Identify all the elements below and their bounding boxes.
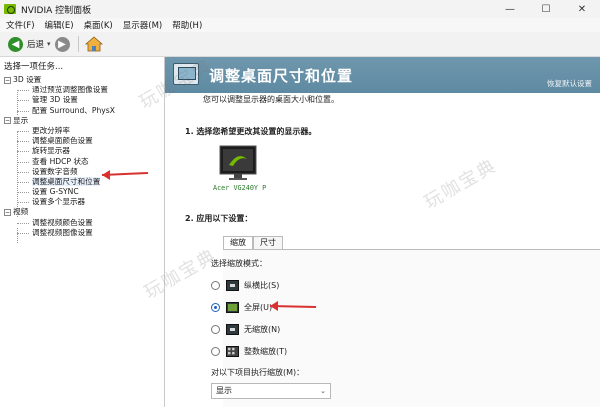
aspect-ratio-icon [226,279,239,291]
tree-item[interactable]: 配置 Surround、PhysX [4,106,164,116]
monitor-icon[interactable] [219,145,257,183]
menu-edit[interactable]: 编辑(E) [45,19,74,31]
collapse-icon[interactable]: − [4,117,11,125]
maximize-button[interactable]: ☐ [528,0,564,18]
page-description: 您可以调整显示器的桌面大小和位置。 [203,95,339,104]
task-tree: −3D 设置 通过预览调整图像设置 管理 3D 设置 配置 Surround、P… [4,75,164,243]
annotation-arrow-icon [101,170,149,180]
arrow-left-icon: ◀ [11,38,20,50]
option-fullscreen[interactable]: 全屏(U) [211,300,272,314]
no-scaling-icon [226,323,239,335]
option-label: 整数缩放(T) [244,346,288,356]
annotation-arrow-icon [269,301,317,311]
forward-button[interactable]: ▶ [54,36,70,52]
scaling-mode-label: 选择缩放模式： [211,259,267,268]
tree-item[interactable]: 调整视频颜色设置 [4,218,164,228]
tab-scaling[interactable]: 缩放 [223,236,253,249]
toolbar-divider [77,36,79,52]
option-label: 纵横比(S) [244,280,280,290]
home-icon [84,36,103,52]
home-button[interactable] [84,36,103,52]
toolbar: ◀ 后退 ▾ ▶ [0,32,600,57]
tree-item[interactable]: 设置 G-SYNC [4,187,164,197]
tab-size[interactable]: 尺寸 [253,236,283,249]
tree-category-display[interactable]: − 显示 [4,116,164,126]
integer-scaling-icon [226,345,239,357]
radio-no-scaling[interactable] [211,324,220,334]
tree-item[interactable]: 调整视频图像设置 [4,228,164,238]
radio-fullscreen[interactable] [211,302,220,312]
menu-display[interactable]: 显示器(M) [123,19,162,31]
close-button[interactable]: ✕ [564,0,600,18]
window-title: NVIDIA 控制面板 [21,5,92,16]
perform-scaling-select[interactable]: 显示 ⌄ [211,383,331,399]
menu-bar: 文件(F) 编辑(E) 桌面(K) 显示器(M) 帮助(H) [0,18,600,32]
collapse-icon[interactable]: − [4,208,11,216]
restore-defaults-link[interactable]: 恢复默认设置 [547,78,592,89]
page-title: 调整桌面尺寸和位置 [209,67,354,85]
display-settings-icon [173,63,199,85]
menu-desktop[interactable]: 桌面(K) [84,19,113,31]
tree-category-3d[interactable]: −3D 设置 [4,75,164,85]
menu-help[interactable]: 帮助(H) [172,19,202,31]
radio-integer-scaling[interactable] [211,346,220,356]
back-button[interactable]: ◀ [8,36,23,52]
arrow-right-icon: ▶ [58,38,66,50]
chevron-down-icon: ⌄ [320,387,326,395]
nvidia-logo-icon [4,4,16,14]
tree-item[interactable]: 调整桌面颜色设置 [4,136,164,146]
back-label[interactable]: 后退 [27,38,44,50]
settings-tabs: 缩放 尺寸 [223,236,283,249]
tree-category-video[interactable]: − 视频 [4,207,164,217]
select-value: 显示 [216,386,232,395]
radio-aspect-ratio[interactable] [211,280,220,290]
monitor-label[interactable]: Acer VG240Y P [213,184,266,192]
main-panel: 调整桌面尺寸和位置 恢复默认设置 您可以调整显示器的桌面大小和位置。 1. 选择… [165,57,600,407]
section-select-display: 1. 选择您希望更改其设置的显示器。 [185,127,317,136]
title-bar: NVIDIA 控制面板 — ☐ ✕ [0,0,600,18]
section-apply-settings: 2. 应用以下设置： [185,214,253,223]
fullscreen-icon [226,301,239,313]
minimize-button[interactable]: — [492,0,528,18]
tree-item[interactable]: 旋转显示器 [4,146,164,156]
option-no-scaling[interactable]: 无缩放(N) [211,322,280,336]
tree-item[interactable]: 管理 3D 设置 [4,95,164,105]
option-integer-scaling[interactable]: 整数缩放(T) [211,344,287,358]
tree-item[interactable]: 更改分辨率 [4,126,164,136]
collapse-icon[interactable]: − [4,76,11,84]
page-header: 调整桌面尺寸和位置 恢复默认设置 [165,57,600,93]
option-label: 无缩放(N) [244,324,281,334]
chevron-down-icon[interactable]: ▾ [47,40,51,48]
menu-file[interactable]: 文件(F) [6,19,35,31]
option-aspect-ratio[interactable]: 纵横比(S) [211,278,279,292]
perform-scaling-label: 对以下项目执行缩放(M)： [211,368,305,377]
task-pane: 选择一项任务... −3D 设置 通过预览调整图像设置 管理 3D 设置 配置 … [0,57,165,407]
tree-item[interactable]: 设置多个显示器 [4,197,164,207]
task-pane-title: 选择一项任务... [4,62,64,72]
tree-item[interactable]: 查看 HDCP 状态 [4,157,164,167]
tree-item[interactable]: 通过预览调整图像设置 [4,85,164,95]
